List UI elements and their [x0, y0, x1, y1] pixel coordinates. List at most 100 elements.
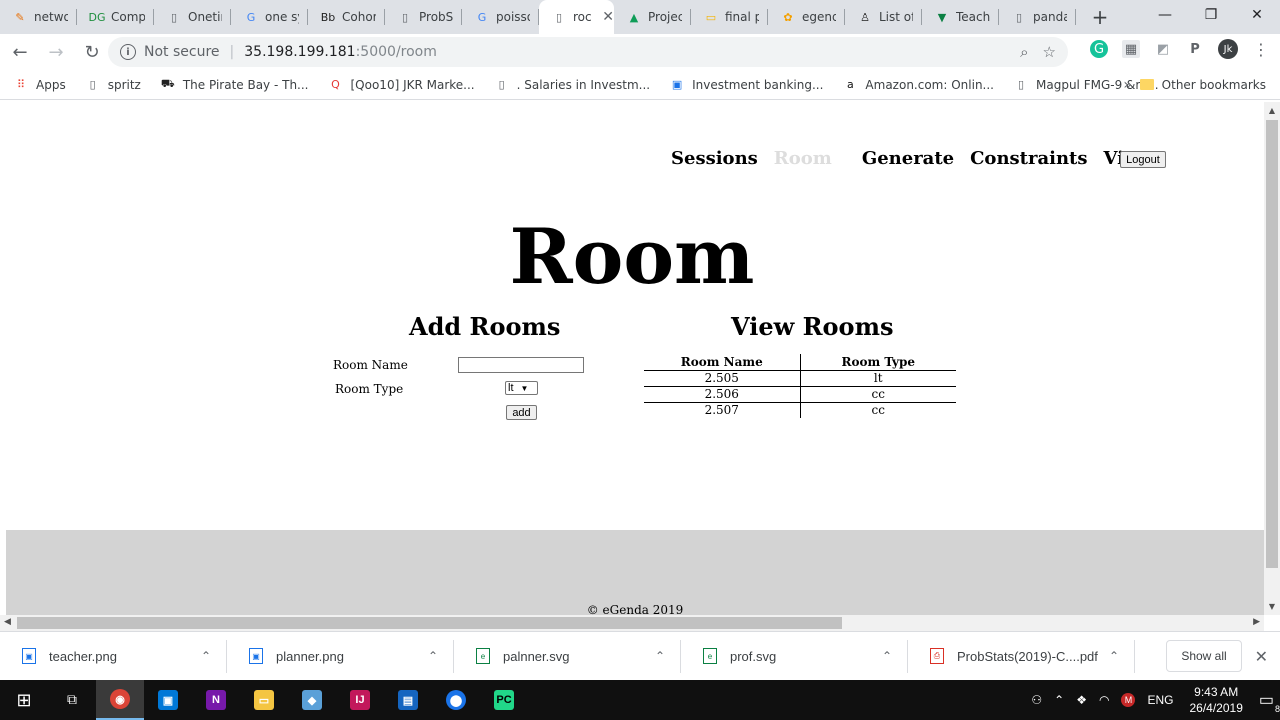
download-item[interactable]: e prof.svg ⌃ [681, 632, 908, 681]
scroll-right-icon[interactable]: ▶ [1253, 617, 1260, 627]
dropbox-icon[interactable]: ❖ [1076, 693, 1087, 707]
bookmark-item[interactable]: a Amazon.com: Onlin... [843, 78, 994, 92]
download-item[interactable]: ⎙ ProbStats(2019)-C....pdf ⌃ [908, 632, 1135, 681]
browser-tab[interactable]: ▯ roc ✕ [539, 0, 614, 34]
close-window-icon[interactable]: ✕ [1234, 0, 1280, 30]
download-item[interactable]: ▣ planner.png ⌃ [227, 632, 454, 681]
tray-expand-icon[interactable]: ⌃ [1054, 693, 1064, 707]
zoom-icon[interactable]: ⌕ [1020, 43, 1028, 61]
scroll-up-icon[interactable]: ▲ [1264, 106, 1280, 115]
language-indicator[interactable]: ENG [1147, 693, 1173, 707]
bookmark-item[interactable]: ⠿ Apps [14, 78, 66, 92]
clock[interactable]: 9:43 AM 26/4/2019 [1189, 684, 1242, 716]
bookmark-item[interactable]: ▯ spritz [86, 78, 141, 92]
forward-icon[interactable]: → [40, 36, 72, 68]
bookmarks-bar: ⠿ Apps ▯ spritz ⛟ The Pirate Bay - Th... Q [Qoo… [0, 70, 1280, 100]
browser-tab[interactable]: ▯ Onetin [154, 0, 231, 34]
vertical-scroll-thumb[interactable] [1266, 120, 1278, 568]
bookmark-item[interactable]: ⛟ The Pirate Bay - Th... [161, 77, 309, 92]
chevron-down-icon: ▼ [520, 383, 529, 393]
start-icon[interactable]: ⊞ [0, 680, 48, 720]
other-bookmarks-label: Other bookmarks [1161, 77, 1266, 92]
browser-tab[interactable]: Gpoisso [462, 0, 539, 34]
browser-tab[interactable]: Gone sy [231, 0, 308, 34]
view-rooms-heading: View Rooms [731, 312, 894, 341]
add-room-button[interactable]: add [506, 405, 537, 420]
scroll-down-icon[interactable]: ▼ [1264, 602, 1280, 611]
browser-tab[interactable]: ♙ List of [845, 0, 922, 34]
chevron-up-icon[interactable]: ⌃ [655, 649, 665, 663]
browser-tab[interactable]: ✎ netwo [0, 0, 77, 34]
download-item[interactable]: e palnner.svg ⌃ [454, 632, 681, 681]
bookmark-item[interactable]: ▯ Magpul FMG-9 &m... [1014, 78, 1159, 92]
nav-generate[interactable]: Generate [862, 148, 954, 169]
grammarly-icon[interactable]: G [1090, 40, 1108, 58]
browser-tab[interactable]: ▭ final p [691, 0, 768, 34]
table-cell: 2.506 [644, 386, 801, 403]
nav-constraints[interactable]: Constraints [970, 148, 1087, 169]
close-tab-icon[interactable]: ✕ [602, 9, 614, 25]
browser-tab[interactable]: DG Comp [77, 0, 154, 34]
browser-tab[interactable]: ▲ Projec [614, 0, 691, 34]
chrome-taskbar-icon[interactable]: ◉ [96, 680, 144, 720]
back-icon[interactable]: ← [4, 36, 36, 68]
antivirus-icon[interactable]: M [1121, 693, 1136, 707]
onenote-taskbar-icon[interactable]: N [192, 680, 240, 720]
profile-avatar[interactable]: Jk [1218, 39, 1238, 59]
explorer-taskbar-icon[interactable]: ▭ [240, 680, 288, 720]
maps-taskbar-icon[interactable]: ⬤ [432, 680, 480, 720]
browser-tab[interactable]: ▯ panda [999, 0, 1076, 34]
nav-sessions[interactable]: Sessions [671, 148, 758, 169]
room-type-select[interactable]: lt ▼ [505, 381, 538, 395]
tab-label: final p [725, 10, 759, 24]
horizontal-scroll-thumb[interactable] [17, 617, 842, 629]
tab-favicon-icon: ▯ [170, 10, 178, 24]
store-taskbar-icon[interactable]: ▣ [144, 680, 192, 720]
vertical-scrollbar[interactable]: ▲ ▼ [1264, 102, 1280, 615]
browser-tab[interactable]: ✿ egend [768, 0, 845, 34]
page-title: Room [509, 212, 755, 301]
address-bar[interactable]: i Not secure | 35.198.199.181:5000/room … [108, 37, 1068, 67]
wifi-icon[interactable]: ◠ [1099, 693, 1109, 707]
chevron-up-icon[interactable]: ⌃ [428, 649, 438, 663]
menu-icon[interactable]: ⋮ [1252, 40, 1270, 59]
file-icon: e [476, 648, 490, 664]
extension-icon[interactable]: ◩ [1154, 40, 1172, 58]
more-bookmarks-icon[interactable]: » [1123, 77, 1132, 93]
tab-label: List of [879, 10, 913, 24]
intellij-taskbar-icon[interactable]: IJ [336, 680, 384, 720]
show-all-button[interactable]: Show all [1166, 640, 1242, 672]
bookmark-star-icon[interactable]: ☆ [1043, 43, 1056, 61]
pinterest-extension-icon[interactable]: P [1186, 40, 1204, 58]
close-shelf-icon[interactable]: ✕ [1255, 647, 1268, 666]
app-taskbar-icon[interactable]: ◆ [288, 680, 336, 720]
download-shelf: ▣ teacher.png ⌃ ▣ planner.png ⌃ e palnner.svg ⌃ e… [0, 631, 1280, 680]
people-icon[interactable]: ⚇ [1031, 693, 1042, 707]
minimize-icon[interactable]: — [1142, 0, 1188, 30]
word-taskbar-icon[interactable]: ▤ [384, 680, 432, 720]
browser-tab[interactable]: ▼ Teache [922, 0, 999, 34]
room-name-input[interactable] [458, 357, 584, 373]
info-icon[interactable]: i [120, 44, 136, 60]
other-bookmarks[interactable]: Other bookmarks [1139, 77, 1266, 92]
browser-tab[interactable]: ▯ ProbSt [385, 0, 462, 34]
bookmark-item[interactable]: Q [Qoo10] JKR Marke... [329, 78, 474, 92]
new-tab-button[interactable]: + [1086, 0, 1114, 34]
bookmark-item[interactable]: ▯ . Salaries in Investm... [495, 78, 651, 92]
browser-tab[interactable]: Bb Cohor [308, 0, 385, 34]
restore-icon[interactable]: ❐ [1188, 0, 1234, 30]
notification-icon[interactable]: ▭ 8 [1259, 690, 1280, 714]
pycharm-taskbar-icon[interactable]: PC [480, 680, 528, 720]
reload-icon[interactable]: ↻ [76, 36, 108, 68]
bookmark-item[interactable]: ▣ Investment banking... [670, 78, 824, 92]
chevron-up-icon[interactable]: ⌃ [1109, 649, 1119, 663]
download-item[interactable]: ▣ teacher.png ⌃ [0, 632, 227, 681]
scroll-left-icon[interactable]: ◀ [4, 617, 11, 627]
horizontal-scrollbar[interactable]: ◀ ▶ [0, 615, 1264, 631]
chevron-up-icon[interactable]: ⌃ [882, 649, 892, 663]
task-view-icon[interactable]: ⧉ [48, 680, 96, 720]
extension-icon[interactable]: ▦ [1122, 40, 1140, 58]
nav-room[interactable]: Room [774, 148, 832, 169]
logout-button[interactable]: Logout [1120, 151, 1166, 168]
chevron-up-icon[interactable]: ⌃ [201, 649, 211, 663]
